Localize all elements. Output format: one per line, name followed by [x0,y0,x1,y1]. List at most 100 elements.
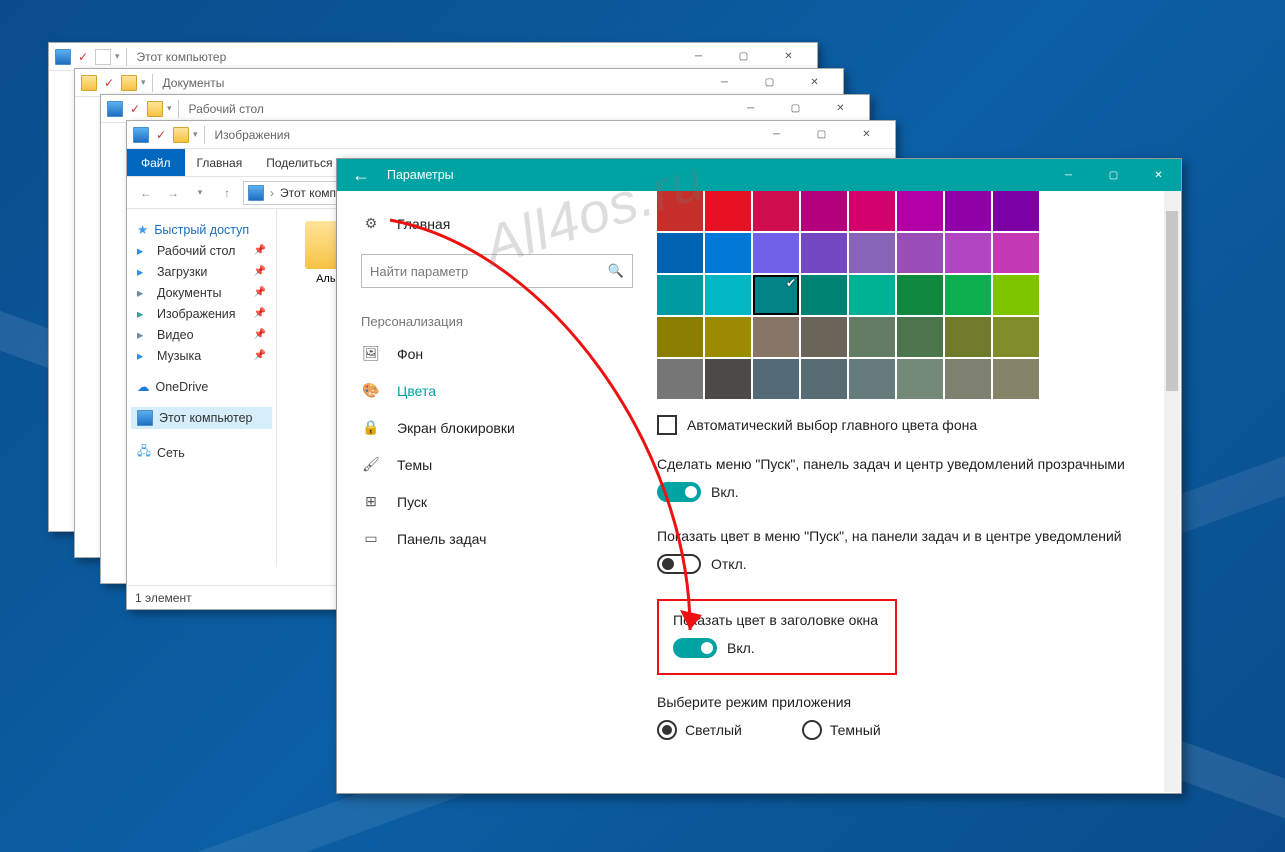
sidebar-item[interactable]: ▸Документы📌 [131,282,272,303]
color-swatch[interactable] [801,275,847,315]
minimize-button[interactable]: ─ [676,43,721,71]
close-button[interactable]: ✕ [818,95,863,123]
favorite-icon[interactable]: ✓ [101,75,117,91]
show-color-start-toggle[interactable] [657,554,701,574]
minimize-button[interactable]: ─ [754,121,799,149]
color-swatch[interactable] [897,275,943,315]
breadcrumb[interactable]: Этот компь [280,186,342,200]
transparency-toggle[interactable] [657,482,701,502]
tab-share[interactable]: Поделиться [254,156,344,170]
minimize-button[interactable]: ─ [728,95,773,123]
qat-chevron-icon[interactable]: ▾ [193,129,198,140]
back-button[interactable]: ← [337,159,385,191]
color-swatch[interactable] [705,233,751,273]
minimize-button[interactable]: ─ [1046,161,1091,189]
color-swatch[interactable] [705,275,751,315]
nav-item-темы[interactable]: 🖌Темы [349,446,645,483]
sidebar-item[interactable]: ▸Изображения📌 [131,303,272,324]
close-button[interactable]: ✕ [1136,161,1181,189]
color-swatch[interactable] [657,275,703,315]
color-swatch[interactable] [753,191,799,231]
color-swatch[interactable] [897,317,943,357]
color-swatch[interactable] [705,191,751,231]
pin-icon[interactable]: 📌 [254,245,266,256]
maximize-button[interactable]: ▢ [799,121,844,149]
nav-item-фон[interactable]: 🖼Фон [349,335,645,372]
pin-icon[interactable]: 📌 [254,350,266,361]
color-swatch[interactable] [801,317,847,357]
color-swatch[interactable] [705,359,751,399]
radio-dark[interactable]: Темный [802,720,881,740]
color-swatch[interactable] [657,233,703,273]
color-swatch[interactable] [801,233,847,273]
pin-icon[interactable]: 📌 [254,287,266,298]
color-swatch[interactable] [897,233,943,273]
qat-chevron-icon[interactable]: ▾ [167,103,172,114]
radio-light[interactable]: Светлый [657,720,742,740]
color-swatch[interactable] [849,233,895,273]
color-swatch[interactable] [657,359,703,399]
color-swatch[interactable] [705,317,751,357]
history-chevron-icon[interactable]: ▾ [189,182,211,204]
favorite-icon[interactable]: ✓ [153,127,169,143]
color-swatch[interactable] [849,317,895,357]
color-swatch[interactable] [801,191,847,231]
sidebar-quick-access[interactable]: ★ Быстрый доступ [131,219,272,240]
minimize-button[interactable]: ─ [702,69,747,97]
close-button[interactable]: ✕ [792,69,837,97]
sidebar-item[interactable]: ▸Рабочий стол📌 [131,240,272,261]
color-swatch[interactable] [945,359,991,399]
forward-button[interactable]: → [162,182,184,204]
maximize-button[interactable]: ▢ [747,69,792,97]
maximize-button[interactable]: ▢ [721,43,766,71]
color-swatch[interactable] [945,317,991,357]
color-swatch[interactable] [801,359,847,399]
pin-icon[interactable]: 📌 [254,329,266,340]
color-swatch[interactable] [849,191,895,231]
nav-item-экран блокировки[interactable]: 🔒Экран блокировки [349,409,645,446]
back-button[interactable]: ← [135,182,157,204]
scrollbar[interactable] [1164,191,1180,792]
color-swatch[interactable] [993,233,1039,273]
favorite-icon[interactable]: ✓ [75,49,91,65]
color-swatch[interactable] [993,191,1039,231]
file-tab[interactable]: Файл [127,149,185,176]
color-swatch[interactable] [849,275,895,315]
nav-home[interactable]: ⚙ Главная [349,205,645,242]
nav-item-пуск[interactable]: ⊞Пуск [349,483,645,520]
color-swatch[interactable] [897,359,943,399]
qat-chevron-icon[interactable]: ▾ [141,77,146,88]
pin-icon[interactable]: 📌 [254,266,266,277]
show-color-titlebar-toggle[interactable] [673,638,717,658]
search-input[interactable]: Найти параметр 🔍 [361,254,633,288]
color-swatch[interactable] [753,275,799,315]
tab-home[interactable]: Главная [185,156,255,170]
color-swatch[interactable] [657,317,703,357]
pin-icon[interactable]: 📌 [254,308,266,319]
maximize-button[interactable]: ▢ [773,95,818,123]
auto-color-checkbox[interactable] [657,415,677,435]
nav-item-панель задач[interactable]: ▭Панель задач [349,520,645,557]
color-swatch[interactable] [849,359,895,399]
close-button[interactable]: ✕ [766,43,811,71]
qat-dropdown-icon[interactable] [95,49,111,65]
color-swatch[interactable] [993,317,1039,357]
close-button[interactable]: ✕ [844,121,889,149]
color-swatch[interactable] [753,359,799,399]
color-swatch[interactable] [753,233,799,273]
color-swatch[interactable] [945,233,991,273]
color-swatch[interactable] [945,191,991,231]
nav-item-цвета[interactable]: 🎨Цвета [349,372,645,409]
sidebar-network[interactable]: 🖧 Сеть [131,439,272,466]
qat-chevron-icon[interactable]: ▾ [115,51,120,62]
color-swatch[interactable] [993,359,1039,399]
sidebar-item[interactable]: ▸Музыка📌 [131,345,272,366]
sidebar-this-pc[interactable]: Этот компьютер [131,407,272,429]
sidebar-item[interactable]: ▸Видео📌 [131,324,272,345]
maximize-button[interactable]: ▢ [1091,161,1136,189]
up-button[interactable]: ↑ [216,182,238,204]
color-swatch[interactable] [753,317,799,357]
favorite-icon[interactable]: ✓ [127,101,143,117]
color-swatch[interactable] [945,275,991,315]
sidebar-onedrive[interactable]: ☁ OneDrive [131,376,272,397]
